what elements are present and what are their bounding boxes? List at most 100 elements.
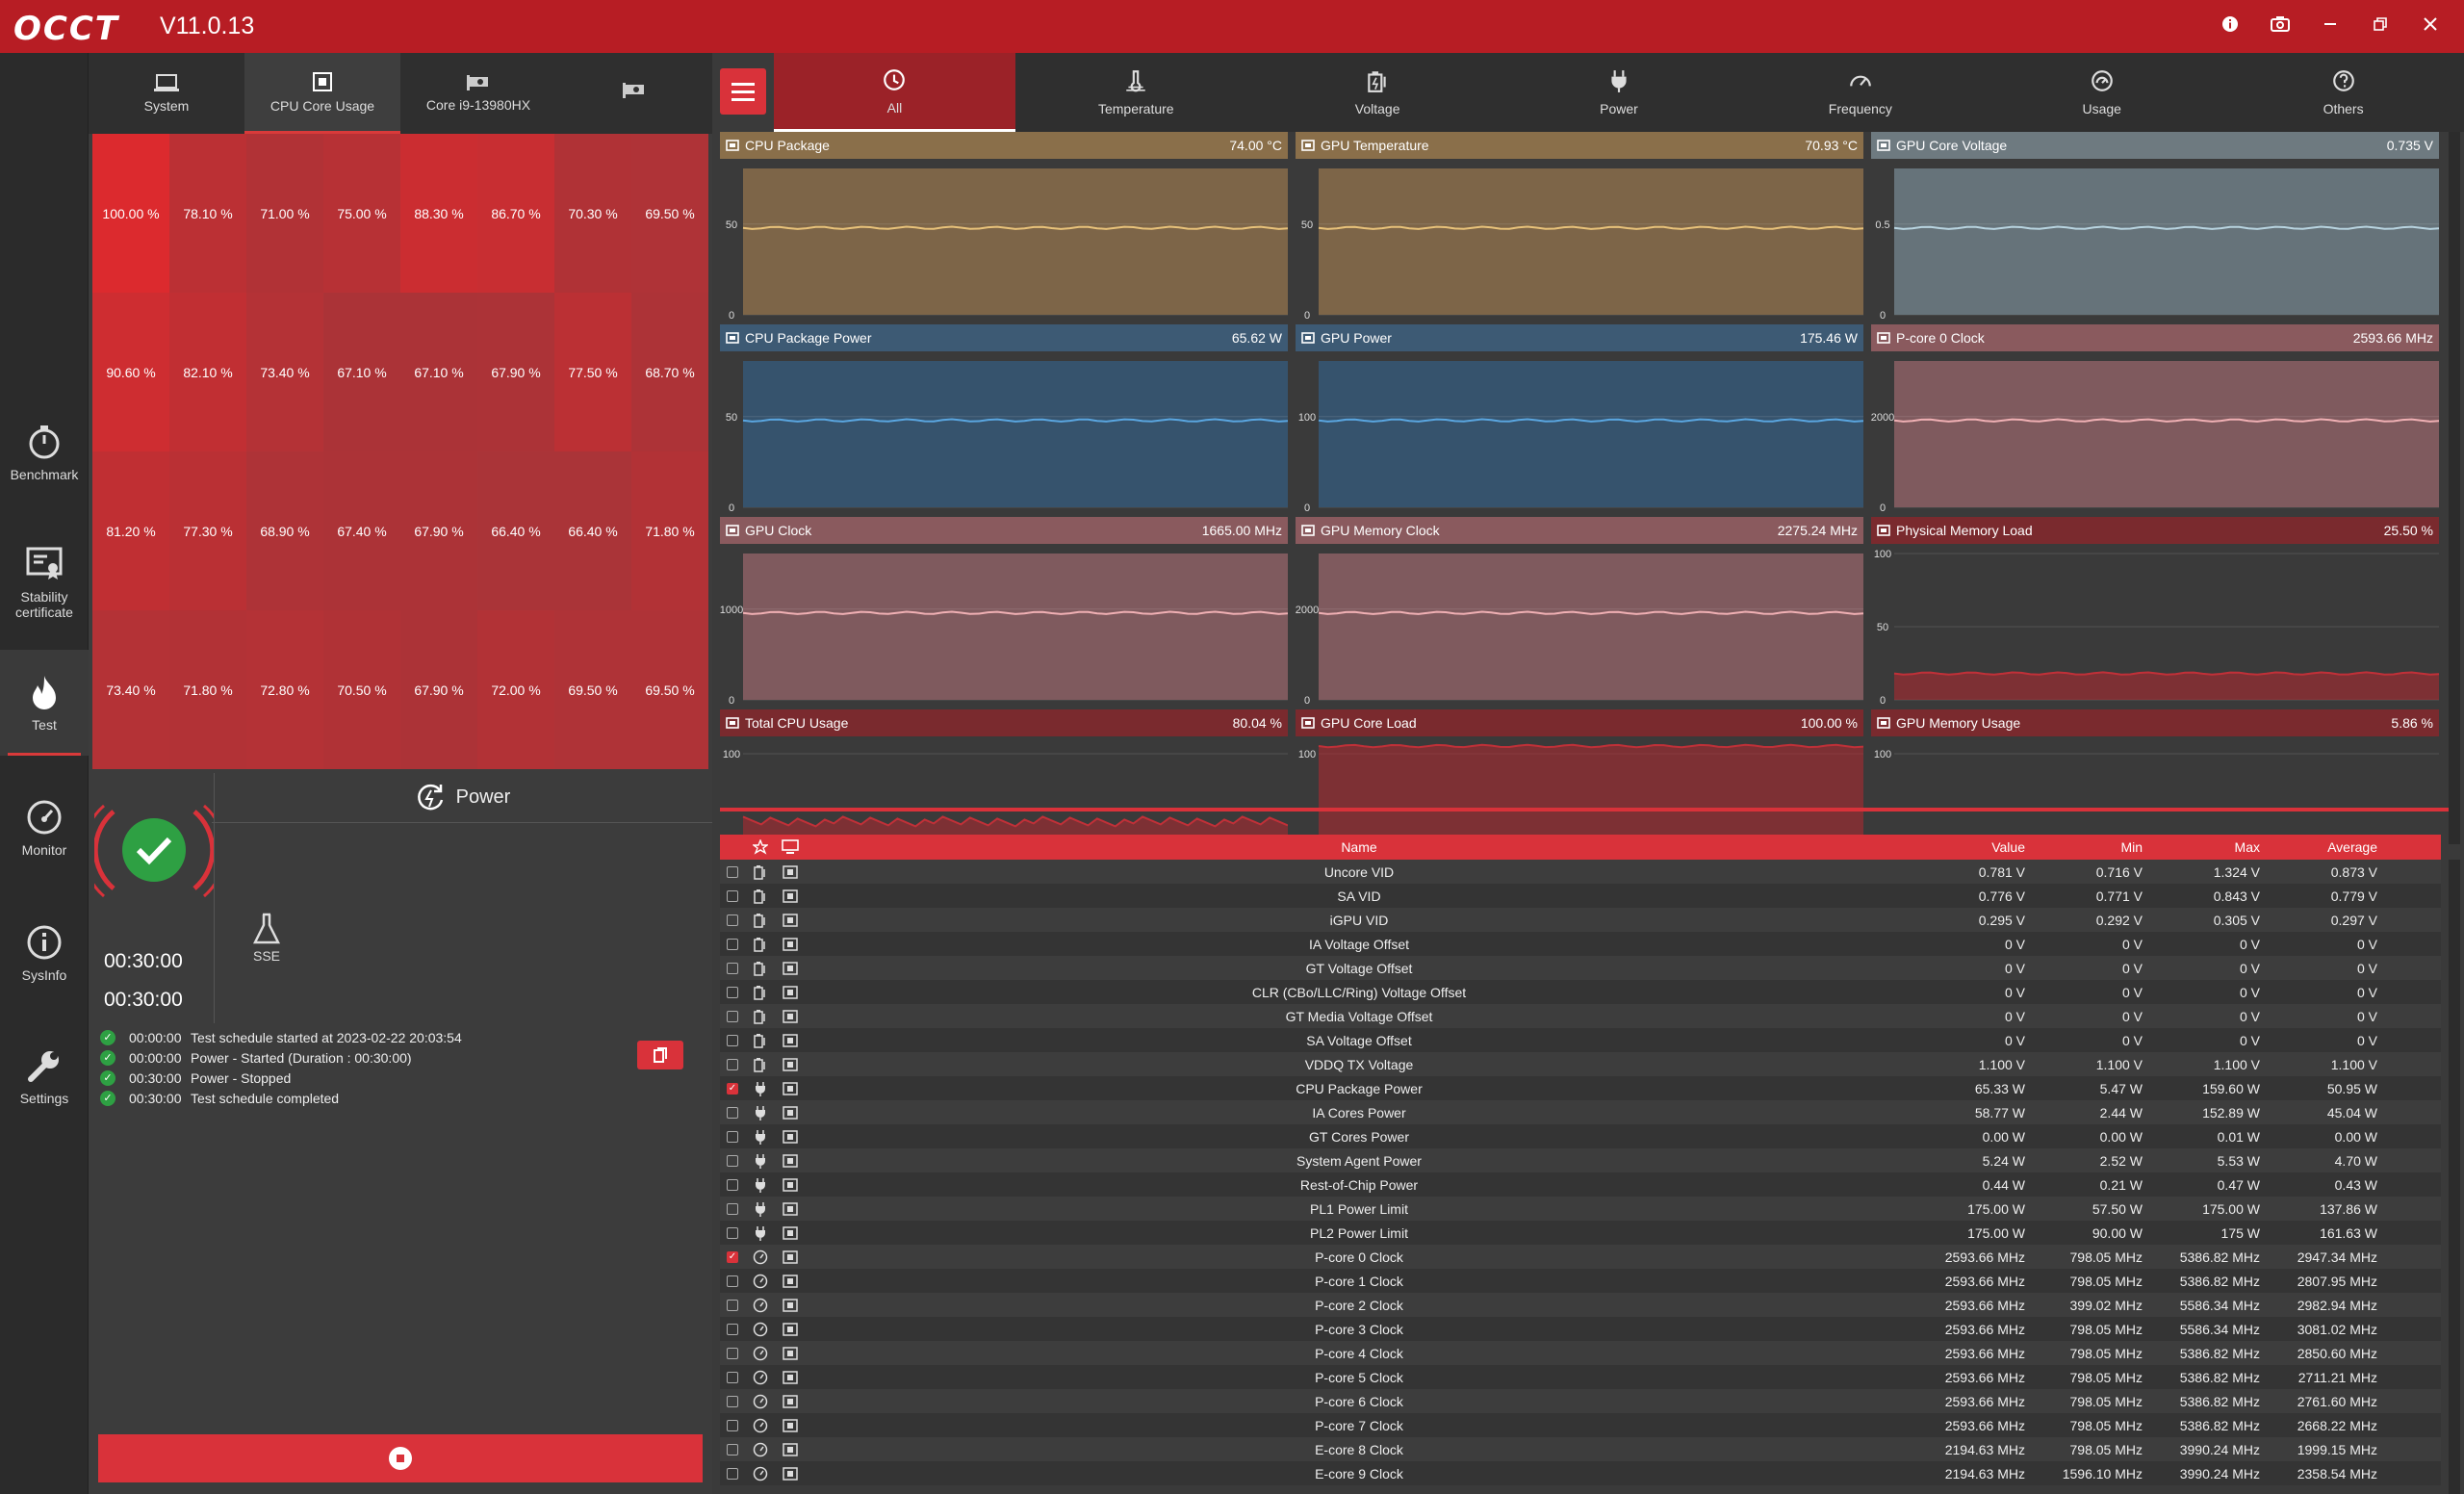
row-checkbox[interactable]: ✓: [727, 1082, 738, 1095]
table-row[interactable]: ✓ P-core 0 Clock 2593.66 MHz 798.05 MHz …: [720, 1245, 2441, 1269]
monitor-icon[interactable]: [782, 839, 799, 855]
row-checkbox[interactable]: [727, 1034, 738, 1046]
tab-core-i9[interactable]: Core i9-13980HX: [400, 53, 556, 134]
title-bar: OCCT V11.0.13: [0, 0, 2464, 53]
sensor-min: 0 V: [2121, 1032, 2143, 1048]
usage-gauge-icon: [2091, 70, 2113, 91]
table-row[interactable]: GT Media Voltage Offset 0 V 0 V 0 V 0 V: [720, 1004, 2441, 1028]
sidebar-item-benchmark[interactable]: Benchmark: [0, 399, 89, 505]
speedometer-icon: [753, 1370, 768, 1384]
close-icon[interactable]: [2420, 13, 2441, 35]
table-row[interactable]: P-core 3 Clock 2593.66 MHz 798.05 MHz 55…: [720, 1317, 2441, 1341]
table-row[interactable]: P-core 7 Clock 2593.66 MHz 798.05 MHz 53…: [720, 1413, 2441, 1437]
row-checkbox[interactable]: [727, 1226, 738, 1239]
row-checkbox[interactable]: [727, 1275, 738, 1287]
tab-voltage[interactable]: Voltage: [1257, 53, 1499, 132]
row-checkbox[interactable]: [727, 938, 738, 950]
sidebar-item-monitor[interactable]: Monitor: [0, 775, 89, 881]
tab-usage[interactable]: Usage: [1981, 53, 2222, 132]
charts-scrollbar[interactable]: [2449, 132, 2460, 844]
row-checkbox[interactable]: [727, 1130, 738, 1143]
sidebar-item-stability-certificate[interactable]: Stability certificate: [0, 529, 89, 635]
row-checkbox[interactable]: [727, 1467, 738, 1480]
tab-cpu-core-usage[interactable]: CPU Core Usage: [244, 53, 400, 134]
row-checkbox[interactable]: [727, 962, 738, 974]
row-checkbox[interactable]: [727, 1299, 738, 1311]
tab-temperature[interactable]: Temperature: [1015, 53, 1257, 132]
row-checkbox[interactable]: [727, 986, 738, 998]
sensor-value: 0.776 V: [1978, 888, 2025, 904]
core-usage-cell: 67.90 %: [477, 293, 554, 451]
test-name: Power: [455, 786, 511, 808]
table-row[interactable]: iGPU VID 0.295 V 0.292 V 0.305 V 0.297 V: [720, 908, 2441, 932]
row-checkbox[interactable]: [727, 1419, 738, 1431]
sensor-name: VDDQ TX Voltage: [1304, 1056, 1414, 1072]
table-row[interactable]: VDDQ TX Voltage 1.100 V 1.100 V 1.100 V …: [720, 1052, 2441, 1076]
col-max[interactable]: Max: [2148, 839, 2266, 855]
table-row[interactable]: SA VID 0.776 V 0.771 V 0.843 V 0.779 V: [720, 884, 2441, 908]
table-row[interactable]: P-core 2 Clock 2593.66 MHz 399.02 MHz 55…: [720, 1293, 2441, 1317]
table-row[interactable]: SA Voltage Offset 0 V 0 V 0 V 0 V: [720, 1028, 2441, 1052]
core-usage-cell: 90.60 %: [92, 293, 169, 451]
table-row[interactable]: E-core 9 Clock 2194.63 MHz 1596.10 MHz 3…: [720, 1461, 2441, 1485]
tab-others[interactable]: Others: [2222, 53, 2464, 132]
col-name[interactable]: Name: [805, 839, 1913, 855]
tab-all[interactable]: All: [774, 53, 1015, 132]
panel-splitter[interactable]: [720, 808, 2460, 811]
row-checkbox[interactable]: [727, 1106, 738, 1119]
sidebar-item-test[interactable]: Test: [0, 650, 89, 756]
table-row[interactable]: E-core 8 Clock 2194.63 MHz 798.05 MHz 39…: [720, 1437, 2441, 1461]
tab-frequency[interactable]: Frequency: [1739, 53, 1981, 132]
minimize-icon[interactable]: [2320, 13, 2341, 35]
table-row[interactable]: System Agent Power 5.24 W 2.52 W 5.53 W …: [720, 1148, 2441, 1172]
table-row[interactable]: GT Voltage Offset 0 V 0 V 0 V 0 V: [720, 956, 2441, 980]
table-row[interactable]: P-core 5 Clock 2593.66 MHz 798.05 MHz 53…: [720, 1365, 2441, 1389]
table-row[interactable]: P-core 6 Clock 2593.66 MHz 798.05 MHz 53…: [720, 1389, 2441, 1413]
table-row[interactable]: PL2 Power Limit 175.00 W 90.00 W 175 W 1…: [720, 1221, 2441, 1245]
col-value[interactable]: Value: [1913, 839, 2031, 855]
table-row[interactable]: Rest-of-Chip Power 0.44 W 0.21 W 0.47 W …: [720, 1172, 2441, 1197]
table-row[interactable]: P-core 1 Clock 2593.66 MHz 798.05 MHz 53…: [720, 1269, 2441, 1293]
tab-gpu[interactable]: [556, 53, 712, 134]
row-checkbox[interactable]: [727, 1058, 738, 1070]
row-checkbox[interactable]: [727, 914, 738, 926]
row-checkbox[interactable]: [727, 1178, 738, 1191]
sensor-average: 4.70 W: [2334, 1152, 2377, 1169]
star-icon[interactable]: [753, 839, 768, 855]
table-row[interactable]: Uncore VID 0.781 V 0.716 V 1.324 V 0.873…: [720, 860, 2441, 884]
row-checkbox[interactable]: [727, 865, 738, 878]
info-icon: [27, 925, 62, 960]
info-icon[interactable]: [2220, 13, 2241, 35]
row-checkbox[interactable]: [727, 889, 738, 902]
row-checkbox[interactable]: [727, 1371, 738, 1383]
row-checkbox[interactable]: ✓: [727, 1250, 738, 1263]
menu-button[interactable]: [720, 68, 766, 115]
camera-icon[interactable]: [2270, 13, 2291, 35]
table-row[interactable]: IA Voltage Offset 0 V 0 V 0 V 0 V: [720, 932, 2441, 956]
col-average[interactable]: Average: [2266, 839, 2383, 855]
row-checkbox[interactable]: [727, 1323, 738, 1335]
row-checkbox[interactable]: [727, 1154, 738, 1167]
stop-test-button[interactable]: [98, 1434, 703, 1482]
row-checkbox[interactable]: [727, 1347, 738, 1359]
restore-icon[interactable]: [2370, 13, 2391, 35]
tab-power[interactable]: Power: [1499, 53, 1740, 132]
row-checkbox[interactable]: [727, 1395, 738, 1407]
row-checkbox[interactable]: [727, 1010, 738, 1022]
row-checkbox[interactable]: [727, 1202, 738, 1215]
col-min[interactable]: Min: [2031, 839, 2148, 855]
table-row[interactable]: ✓ CPU Package Power 65.33 W 5.47 W 159.6…: [720, 1076, 2441, 1100]
sensor-value: 2593.66 MHz: [1944, 1345, 2025, 1361]
table-row[interactable]: CLR (CBo/LLC/Ring) Voltage Offset 0 V 0 …: [720, 980, 2441, 1004]
table-row[interactable]: IA Cores Power 58.77 W 2.44 W 152.89 W 4…: [720, 1100, 2441, 1124]
row-checkbox[interactable]: [727, 1443, 738, 1455]
table-row[interactable]: P-core 4 Clock 2593.66 MHz 798.05 MHz 53…: [720, 1341, 2441, 1365]
table-row[interactable]: GT Cores Power 0.00 W 0.00 W 0.01 W 0.00…: [720, 1124, 2441, 1148]
sidebar-item-settings[interactable]: Settings: [0, 1023, 89, 1129]
table-scrollbar[interactable]: [2449, 860, 2460, 1494]
sidebar-item-sysinfo[interactable]: SysInfo: [0, 900, 89, 1006]
core-usage-cell: 72.00 %: [477, 610, 554, 769]
table-row[interactable]: PL1 Power Limit 175.00 W 57.50 W 175.00 …: [720, 1197, 2441, 1221]
copy-log-button[interactable]: [637, 1041, 683, 1069]
tab-system[interactable]: System: [89, 53, 244, 134]
